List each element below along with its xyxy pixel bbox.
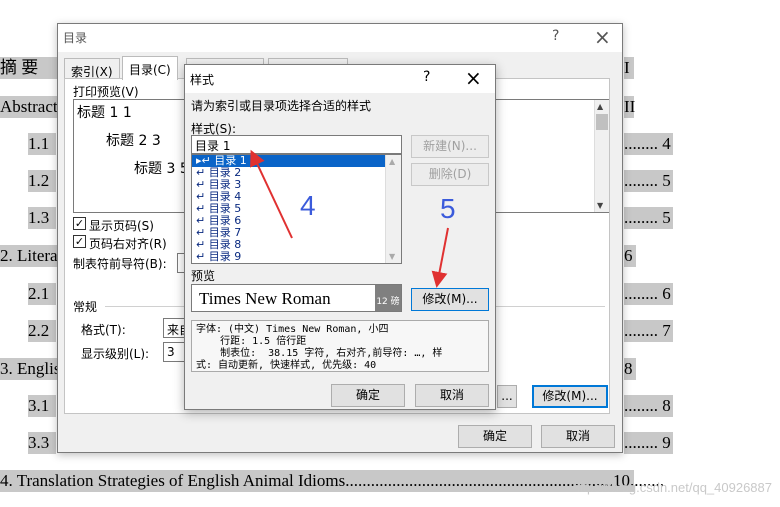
arrow-to-style-list xyxy=(250,149,293,239)
watermark: https://blog.csdn.net/qq_40926887 xyxy=(572,480,773,495)
annotation-step-5: 5 xyxy=(440,193,456,224)
annotation-overlay xyxy=(250,149,449,288)
annotation-step-4: 4 xyxy=(300,190,316,221)
arrow-to-modify xyxy=(431,227,449,288)
tab-toc[interactable]: 目录(C) xyxy=(122,56,178,80)
